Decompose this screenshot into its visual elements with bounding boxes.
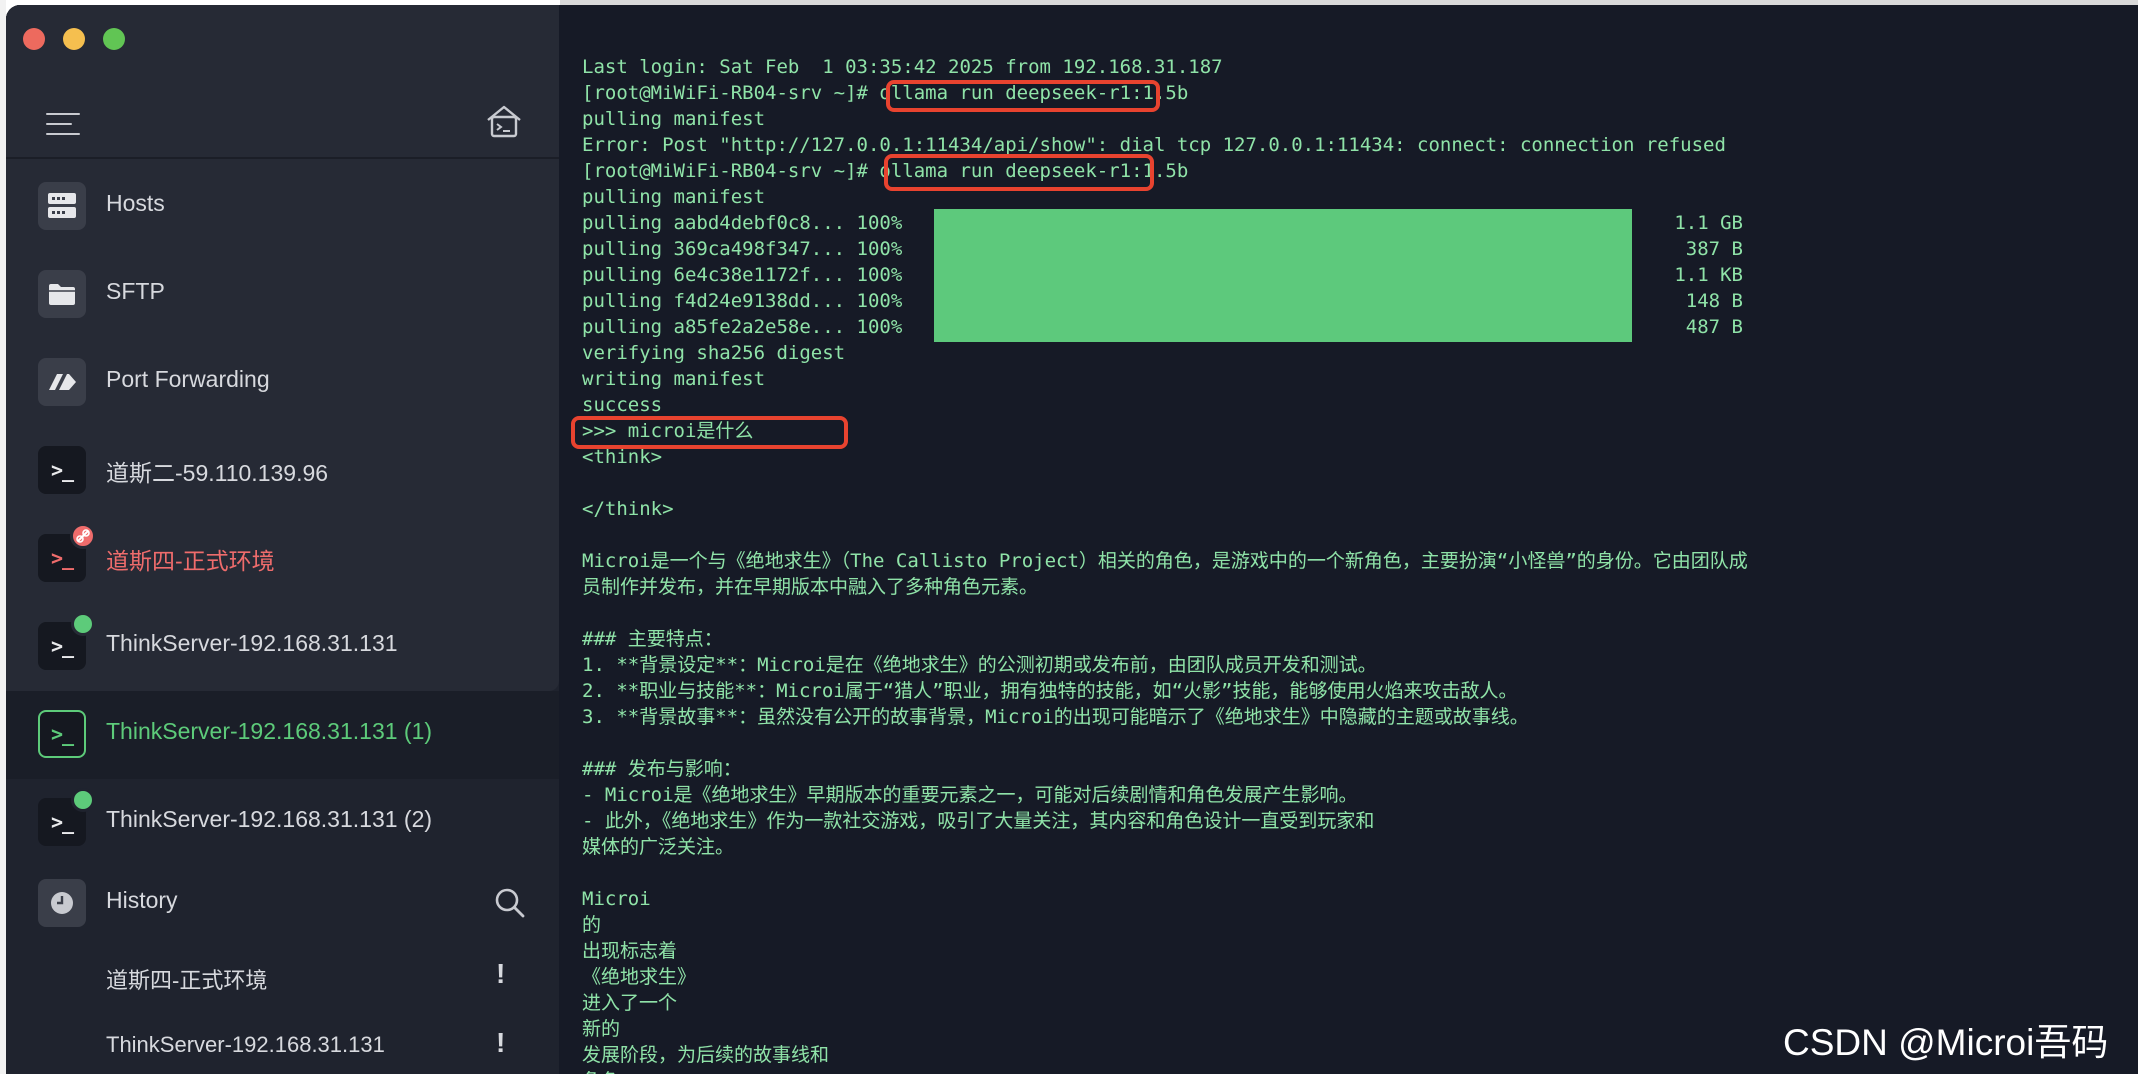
terminal-line: 发展阶段，为后续的故事线和 (582, 1044, 830, 1066)
terminal-line: </think> (582, 498, 674, 520)
terminal-line: 出现标志着 (582, 940, 678, 962)
sidebar-item-hosts[interactable]: Hosts (6, 166, 559, 246)
terminal-line: Error: Post "http://127.0.0.1:11434/api/… (582, 134, 1726, 156)
download-size: 487 B (1685, 316, 1743, 338)
terminal-home-icon[interactable] (484, 103, 524, 139)
terminal-line: 1. **背景设定**：Microi是在《绝地求生》的公测初期或发布前，由团队成… (582, 654, 1377, 676)
terminal-line: 3. **背景故事**：虽然没有公开的故事背景，Microi的出现可能暗示了《绝… (582, 706, 1529, 728)
terminal-line: 新的 (582, 1018, 621, 1040)
sidebar-item-host-daosi2[interactable]: >_ 道斯二-59.110.139.96 (6, 430, 559, 510)
terminal-line: 员制作并发布，并在早期版本中融入了多种角色元素。 (582, 576, 1039, 598)
server-icon (38, 182, 86, 230)
sidebar-item-label: Port Forwarding (106, 366, 270, 392)
connected-status-icon (71, 788, 95, 812)
download-sizes: 1.1 GB 387 B 1.1 KB 148 B 487 B (1663, 210, 1743, 340)
sidebar: Hosts SFTP Port Forwarding >_ 道斯二-59.110… (6, 5, 559, 1074)
app-window: Hosts SFTP Port Forwarding >_ 道斯二-59.110… (6, 5, 2138, 1074)
terminal-line: success (582, 394, 663, 416)
sidebar-item-label: History (106, 887, 178, 913)
terminal-line: 媒体的广泛关注。 (582, 836, 735, 858)
terminal-line: ### 发布与影响： (582, 758, 742, 780)
minimize-window-button[interactable] (63, 28, 85, 50)
terminal-line: - 此外，《绝地求生》作为一款社交游戏，吸引了大量关注，其内容和角色设计一直受到… (582, 810, 1375, 832)
folder-icon (38, 270, 86, 318)
download-progress-bar (934, 209, 1632, 342)
connected-status-icon (71, 612, 95, 636)
sidebar-item-host-daosi4[interactable]: >_ 道斯四-正式环境 (6, 518, 559, 598)
sidebar-item-host-thinkserver[interactable]: >_ ThinkServer-192.168.31.131 (6, 606, 559, 686)
hamburger-menu-icon[interactable] (46, 113, 80, 135)
maximize-window-button[interactable] (103, 28, 125, 50)
disconnected-status-icon (70, 523, 96, 549)
warning-mark: ! (496, 958, 506, 989)
download-size: 1.1 GB (1674, 212, 1743, 234)
warning-mark: ! (496, 1027, 506, 1058)
terminal-line: 角色 (582, 1068, 1748, 1074)
sidebar-divider (6, 157, 559, 159)
download-size: 148 B (1685, 290, 1743, 312)
sidebar-item-label: 道斯四-正式环境 (106, 548, 275, 574)
terminal-line: verifying sha256 digest (582, 342, 846, 364)
download-size: 1.1 KB (1674, 264, 1743, 286)
sidebar-item-label: ThinkServer-192.168.31.131 (1) (106, 718, 433, 744)
sidebar-item-label: ThinkServer-192.168.31.131 (106, 630, 398, 656)
terminal-line: pulling manifest (582, 186, 766, 208)
terminal-line: ### 主要特点： (582, 628, 723, 650)
terminal-line: writing manifest (582, 368, 766, 390)
sidebar-item-label: Hosts (106, 190, 165, 216)
sidebar-item-sftp[interactable]: SFTP (6, 254, 559, 334)
command-highlight (884, 154, 1154, 191)
terminal-line: Last login: Sat Feb 1 03:35:42 2025 from… (582, 56, 1223, 78)
terminal-line: 进入了一个 (582, 992, 678, 1014)
port-forward-icon (38, 358, 86, 406)
terminal-line: 《绝地求生》 (582, 966, 697, 988)
terminal-line: [root@MiWiFi-RB04-srv ~]# ollama run dee… (582, 160, 1189, 182)
sidebar-item-label: SFTP (106, 278, 165, 304)
command-highlight (886, 80, 1160, 112)
history-item-label: 道斯四-正式环境 (106, 968, 268, 993)
terminal-panel[interactable]: Last login: Sat Feb 1 03:35:42 2025 from… (559, 5, 2138, 1074)
terminal-line: Microi是一个与《绝地求生》（The Callisto Project）相关… (582, 550, 1748, 572)
download-size: 387 B (1685, 238, 1743, 260)
terminal-icon: >_ (38, 446, 86, 494)
watermark: CSDN @Microi吾码 (1783, 1022, 2109, 1063)
clock-icon (38, 879, 86, 927)
terminal-line: 2. **职业与技能**：Microi属于“猎人”职业，拥有独特的技能，如“火影… (582, 680, 1518, 702)
terminal-line: Microi (582, 888, 651, 910)
terminal-line: [root@MiWiFi-RB04-srv ~]# ollama run dee… (582, 82, 1189, 104)
sidebar-item-label: 道斯二-59.110.139.96 (106, 460, 329, 486)
sidebar-item-host-thinkserver-1[interactable]: >_ ThinkServer-192.168.31.131 (1) (6, 694, 559, 774)
history-item-label: ThinkServer-192.168.31.131 (106, 1032, 385, 1057)
search-icon[interactable] (494, 887, 526, 919)
sidebar-item-port-forwarding[interactable]: Port Forwarding (6, 342, 559, 422)
sidebar-item-history[interactable]: History (6, 863, 559, 943)
terminal-output: Last login: Sat Feb 1 03:35:42 2025 from… (582, 54, 1748, 1074)
sidebar-header (6, 5, 559, 157)
sidebar-item-label: ThinkServer-192.168.31.131 (2) (106, 806, 433, 832)
prompt-highlight (571, 416, 848, 449)
terminal-line: pulling manifest (582, 108, 766, 130)
terminal-icon: >_ (38, 710, 86, 758)
sidebar-item-host-thinkserver-2[interactable]: >_ ThinkServer-192.168.31.131 (2) (6, 782, 559, 862)
close-window-button[interactable] (23, 28, 45, 50)
terminal-line: - Microi是《绝地求生》早期版本的重要元素之一，可能对后续剧情和角色发展产… (582, 784, 1358, 806)
terminal-line: 的 (582, 914, 602, 936)
